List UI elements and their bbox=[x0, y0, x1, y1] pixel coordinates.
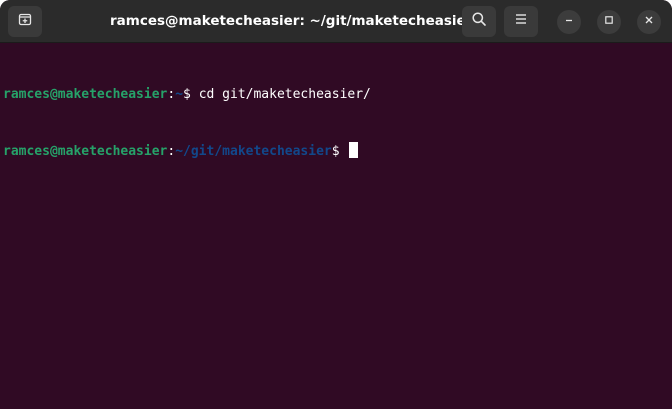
hamburger-menu-icon bbox=[513, 11, 529, 32]
prompt-path: ~/git/maketecheasier bbox=[175, 144, 332, 159]
window-title: ramces@maketecheasier: ~/git/maketecheas… bbox=[110, 13, 473, 29]
text-cursor bbox=[349, 142, 359, 158]
title-bar[interactable]: ramces@maketecheasier: ~/git/maketecheas… bbox=[0, 0, 672, 43]
prompt-symbol: $ bbox=[183, 87, 199, 102]
menu-button[interactable] bbox=[504, 6, 538, 37]
terminal-line: ramces@maketecheasier:~$ cd git/maketech… bbox=[3, 85, 672, 104]
minimize-button[interactable] bbox=[557, 10, 581, 34]
search-button[interactable] bbox=[462, 6, 496, 37]
prompt-user-host: ramces@maketecheasier bbox=[3, 87, 168, 102]
prompt-user-host: ramces@maketecheasier bbox=[3, 144, 168, 159]
new-tab-icon bbox=[17, 11, 33, 32]
close-icon bbox=[643, 13, 655, 31]
minimize-icon bbox=[563, 13, 575, 31]
command-text: cd git/maketecheasier/ bbox=[198, 87, 371, 102]
terminal-output[interactable]: ramces@maketecheasier:~$ cd git/maketech… bbox=[0, 43, 672, 409]
maximize-button[interactable] bbox=[597, 10, 621, 34]
prompt-path: ~ bbox=[175, 87, 184, 102]
new-tab-button[interactable] bbox=[8, 6, 42, 37]
close-button[interactable] bbox=[637, 10, 661, 34]
maximize-icon bbox=[603, 13, 615, 31]
prompt-symbol: $ bbox=[331, 144, 348, 159]
terminal-line: ramces@maketecheasier:~/git/maketecheasi… bbox=[3, 142, 672, 161]
terminal-window: ramces@maketecheasier: ~/git/maketecheas… bbox=[0, 0, 672, 409]
search-icon bbox=[471, 11, 487, 32]
